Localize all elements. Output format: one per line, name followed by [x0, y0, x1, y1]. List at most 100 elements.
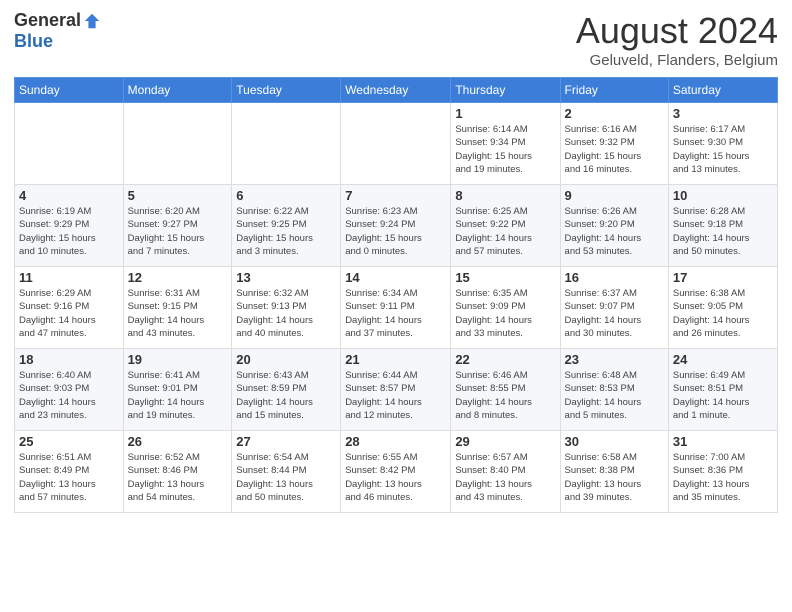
calendar-cell: 8 Sunrise: 6:25 AM Sunset: 9:22 PM Daylig… — [451, 185, 560, 267]
cell-info: Sunrise: 6:46 AM Sunset: 8:55 PM Dayligh… — [455, 369, 555, 422]
cell-info: Sunrise: 6:41 AM Sunset: 9:01 PM Dayligh… — [128, 369, 228, 422]
calendar-cell: 17Sunrise: 6:38 AM Sunset: 9:05 PM Dayli… — [668, 267, 777, 349]
calendar-cell: 9 Sunrise: 6:26 AM Sunset: 9:20 PM Daylig… — [560, 185, 668, 267]
cell-date: 15 — [455, 270, 555, 285]
calendar-cell: 2 Sunrise: 6:16 AM Sunset: 9:32 PM Daylig… — [560, 103, 668, 185]
cell-date: 29 — [455, 434, 555, 449]
cell-info: Sunrise: 6:57 AM Sunset: 8:40 PM Dayligh… — [455, 451, 555, 504]
cell-date: 26 — [128, 434, 228, 449]
calendar-header-row: SundayMondayTuesdayWednesdayThursdayFrid… — [15, 78, 778, 103]
calendar-cell — [123, 103, 232, 185]
cell-info: Sunrise: 6:40 AM Sunset: 9:03 PM Dayligh… — [19, 369, 119, 422]
calendar: SundayMondayTuesdayWednesdayThursdayFrid… — [14, 77, 778, 513]
cell-info: Sunrise: 6:19 AM Sunset: 9:29 PM Dayligh… — [19, 205, 119, 258]
cell-date: 3 — [673, 106, 773, 121]
day-header-monday: Monday — [123, 78, 232, 103]
cell-info: Sunrise: 6:44 AM Sunset: 8:57 PM Dayligh… — [345, 369, 446, 422]
cell-date: 14 — [345, 270, 446, 285]
cell-date: 11 — [19, 270, 119, 285]
cell-date: 1 — [455, 106, 555, 121]
cell-info: Sunrise: 6:14 AM Sunset: 9:34 PM Dayligh… — [455, 123, 555, 176]
calendar-cell: 12 Sunrise: 6:31 AM Sunset: 9:15 PM Dayli… — [123, 267, 232, 349]
calendar-cell: 16Sunrise: 6:37 AM Sunset: 9:07 PM Dayli… — [560, 267, 668, 349]
day-header-thursday: Thursday — [451, 78, 560, 103]
cell-info: Sunrise: 6:22 AM Sunset: 9:25 PM Dayligh… — [236, 205, 336, 258]
calendar-cell: 24 Sunrise: 6:49 AM Sunset: 8:51 PM Dayli… — [668, 349, 777, 431]
calendar-cell: 31Sunrise: 7:00 AM Sunset: 8:36 PM Dayli… — [668, 431, 777, 513]
calendar-cell: 27Sunrise: 6:54 AM Sunset: 8:44 PM Dayli… — [232, 431, 341, 513]
logo-general-text: General — [14, 10, 81, 31]
cell-date: 23 — [565, 352, 664, 367]
cell-info: Sunrise: 6:34 AM Sunset: 9:11 PM Dayligh… — [345, 287, 446, 340]
calendar-cell: 15 Sunrise: 6:35 AM Sunset: 9:09 PM Dayli… — [451, 267, 560, 349]
cell-date: 6 — [236, 188, 336, 203]
cell-date: 28 — [345, 434, 446, 449]
cell-info: Sunrise: 6:38 AM Sunset: 9:05 PM Dayligh… — [673, 287, 773, 340]
cell-info: Sunrise: 6:32 AM Sunset: 9:13 PM Dayligh… — [236, 287, 336, 340]
cell-date: 31 — [673, 434, 773, 449]
day-header-sunday: Sunday — [15, 78, 124, 103]
calendar-cell: 13 Sunrise: 6:32 AM Sunset: 9:13 PM Dayli… — [232, 267, 341, 349]
month-title: August 2024 — [576, 10, 778, 52]
cell-date: 24 — [673, 352, 773, 367]
calendar-cell: 20 Sunrise: 6:43 AM Sunset: 8:59 PM Dayli… — [232, 349, 341, 431]
calendar-cell: 3Sunrise: 6:17 AM Sunset: 9:30 PM Daylig… — [668, 103, 777, 185]
cell-info: Sunrise: 6:35 AM Sunset: 9:09 PM Dayligh… — [455, 287, 555, 340]
page-header: General Blue August 2024 Geluveld, Fland… — [14, 10, 778, 69]
cell-date: 25 — [19, 434, 119, 449]
cell-info: Sunrise: 6:37 AM Sunset: 9:07 PM Dayligh… — [565, 287, 664, 340]
calendar-cell — [232, 103, 341, 185]
cell-info: Sunrise: 6:49 AM Sunset: 8:51 PM Dayligh… — [673, 369, 773, 422]
cell-info: Sunrise: 6:23 AM Sunset: 9:24 PM Dayligh… — [345, 205, 446, 258]
calendar-week-1: 1 Sunrise: 6:14 AM Sunset: 9:34 PM Daylig… — [15, 103, 778, 185]
cell-info: Sunrise: 6:43 AM Sunset: 8:59 PM Dayligh… — [236, 369, 336, 422]
calendar-week-4: 18 Sunrise: 6:40 AM Sunset: 9:03 PM Dayli… — [15, 349, 778, 431]
logo-blue-text: Blue — [14, 31, 53, 52]
calendar-cell: 21 Sunrise: 6:44 AM Sunset: 8:57 PM Dayli… — [341, 349, 451, 431]
title-section: August 2024 Geluveld, Flanders, Belgium — [576, 10, 778, 69]
day-header-saturday: Saturday — [668, 78, 777, 103]
location: Geluveld, Flanders, Belgium — [576, 52, 778, 69]
calendar-cell: 1 Sunrise: 6:14 AM Sunset: 9:34 PM Daylig… — [451, 103, 560, 185]
logo: General Blue — [14, 10, 101, 52]
calendar-cell: 23 Sunrise: 6:48 AM Sunset: 8:53 PM Dayli… — [560, 349, 668, 431]
cell-date: 13 — [236, 270, 336, 285]
cell-info: Sunrise: 6:20 AM Sunset: 9:27 PM Dayligh… — [128, 205, 228, 258]
calendar-cell: 5Sunrise: 6:20 AM Sunset: 9:27 PM Daylig… — [123, 185, 232, 267]
calendar-cell: 28 Sunrise: 6:55 AM Sunset: 8:42 PM Dayli… — [341, 431, 451, 513]
cell-info: Sunrise: 6:58 AM Sunset: 8:38 PM Dayligh… — [565, 451, 664, 504]
cell-date: 8 — [455, 188, 555, 203]
cell-date: 30 — [565, 434, 664, 449]
calendar-cell — [15, 103, 124, 185]
calendar-week-3: 11 Sunrise: 6:29 AM Sunset: 9:16 PM Dayli… — [15, 267, 778, 349]
calendar-week-2: 4Sunrise: 6:19 AM Sunset: 9:29 PM Daylig… — [15, 185, 778, 267]
calendar-cell: 6 Sunrise: 6:22 AM Sunset: 9:25 PM Daylig… — [232, 185, 341, 267]
calendar-cell: 25Sunrise: 6:51 AM Sunset: 8:49 PM Dayli… — [15, 431, 124, 513]
cell-info: Sunrise: 6:31 AM Sunset: 9:15 PM Dayligh… — [128, 287, 228, 340]
calendar-cell: 29 Sunrise: 6:57 AM Sunset: 8:40 PM Dayli… — [451, 431, 560, 513]
calendar-cell: 14 Sunrise: 6:34 AM Sunset: 9:11 PM Dayli… — [341, 267, 451, 349]
cell-info: Sunrise: 6:26 AM Sunset: 9:20 PM Dayligh… — [565, 205, 664, 258]
calendar-cell: 26 Sunrise: 6:52 AM Sunset: 8:46 PM Dayli… — [123, 431, 232, 513]
calendar-cell: 10Sunrise: 6:28 AM Sunset: 9:18 PM Dayli… — [668, 185, 777, 267]
cell-info: Sunrise: 6:16 AM Sunset: 9:32 PM Dayligh… — [565, 123, 664, 176]
cell-info: Sunrise: 6:54 AM Sunset: 8:44 PM Dayligh… — [236, 451, 336, 504]
cell-date: 18 — [19, 352, 119, 367]
cell-info: Sunrise: 6:52 AM Sunset: 8:46 PM Dayligh… — [128, 451, 228, 504]
cell-date: 12 — [128, 270, 228, 285]
cell-date: 2 — [565, 106, 664, 121]
cell-info: Sunrise: 6:29 AM Sunset: 9:16 PM Dayligh… — [19, 287, 119, 340]
logo-icon — [83, 12, 101, 30]
calendar-cell: 18 Sunrise: 6:40 AM Sunset: 9:03 PM Dayli… — [15, 349, 124, 431]
calendar-cell: 11 Sunrise: 6:29 AM Sunset: 9:16 PM Dayli… — [15, 267, 124, 349]
cell-date: 10 — [673, 188, 773, 203]
cell-info: Sunrise: 6:25 AM Sunset: 9:22 PM Dayligh… — [455, 205, 555, 258]
cell-info: Sunrise: 6:55 AM Sunset: 8:42 PM Dayligh… — [345, 451, 446, 504]
cell-date: 21 — [345, 352, 446, 367]
cell-date: 7 — [345, 188, 446, 203]
cell-date: 9 — [565, 188, 664, 203]
calendar-cell — [341, 103, 451, 185]
cell-info: Sunrise: 6:48 AM Sunset: 8:53 PM Dayligh… — [565, 369, 664, 422]
cell-date: 22 — [455, 352, 555, 367]
cell-date: 20 — [236, 352, 336, 367]
